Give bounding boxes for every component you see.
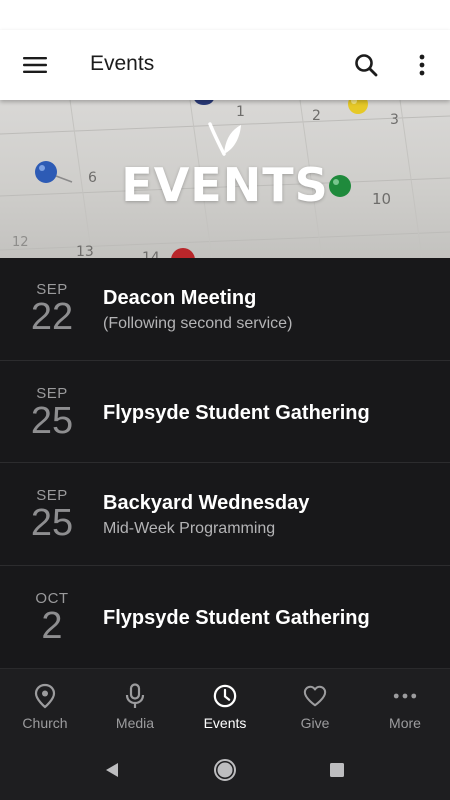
hero-banner: 1 2 3 6 10 12 13 14 EVENTS [0, 100, 450, 258]
more-vertical-icon [419, 54, 425, 76]
menu-button[interactable] [15, 47, 55, 83]
calendar-number: 2 [312, 108, 321, 124]
event-month: SEP [36, 384, 68, 402]
nav-item-give[interactable]: Give [270, 669, 360, 741]
home-circle-icon [214, 759, 236, 781]
location-pin-icon [34, 683, 56, 709]
nav-label: More [389, 715, 421, 731]
app-bar: Events [0, 30, 450, 100]
calendar-number: 1 [236, 104, 245, 120]
event-month: OCT [35, 589, 69, 607]
page-title: Events [90, 52, 155, 75]
hero-title: EVENTS [121, 158, 329, 212]
nav-label: Give [300, 715, 330, 731]
hamburger-menu-icon [23, 57, 47, 73]
event-day: 22 [30, 296, 74, 338]
nav-label: Media [115, 715, 155, 731]
event-day: 25 [30, 502, 74, 544]
event-date: SEP 25 [20, 463, 84, 565]
event-row[interactable]: OCT 2 Flypsyde Student Gathering [0, 566, 450, 669]
nav-item-church[interactable]: Church [0, 669, 90, 741]
nav-label: Church [22, 715, 68, 731]
event-date: OCT 2 [20, 566, 84, 669]
event-date: SEP 25 [20, 361, 84, 463]
system-recents-button[interactable] [325, 758, 349, 782]
system-back-button[interactable] [100, 758, 124, 782]
nav-item-media[interactable]: Media [90, 669, 180, 741]
event-subtitle: (Following second service) [103, 315, 293, 332]
system-navigation-bar [0, 740, 450, 800]
overflow-menu-button[interactable] [404, 47, 440, 83]
calendar-number: 12 [12, 235, 29, 250]
event-subtitle: Mid-Week Programming [103, 520, 276, 537]
recents-square-icon [330, 763, 344, 777]
search-icon [355, 54, 378, 77]
microphone-icon [125, 683, 145, 708]
nav-item-more[interactable]: More [360, 669, 450, 741]
event-day: 2 [41, 604, 63, 647]
event-info: Flypsyde Student Gathering [103, 402, 370, 425]
event-row[interactable]: SEP 22 Deacon Meeting (Following second … [0, 258, 450, 361]
event-info: Flypsyde Student Gathering [103, 607, 370, 630]
event-name: Backyard Wednesday [103, 492, 310, 514]
event-info: Deacon Meeting (Following second service… [103, 287, 292, 333]
back-triangle-icon [106, 763, 118, 777]
calendar-number: 14 [142, 250, 160, 258]
clock-icon [213, 684, 237, 708]
system-home-button[interactable] [213, 758, 237, 782]
nav-item-events[interactable]: Events [180, 669, 270, 741]
event-day: 25 [30, 399, 74, 442]
event-list: SEP 22 Deacon Meeting (Following second … [0, 258, 450, 668]
event-info: Backyard Wednesday Mid-Week Programming [103, 492, 309, 538]
heart-icon [303, 685, 327, 707]
calendar-number: 3 [390, 112, 399, 128]
status-bar [0, 0, 450, 30]
event-name: Flypsyde Student Gathering [103, 606, 370, 629]
church-leaf-logo [208, 122, 241, 156]
search-button[interactable] [346, 47, 386, 83]
more-horizontal-icon [393, 693, 417, 699]
event-row[interactable]: SEP 25 Backyard Wednesday Mid-Week Progr… [0, 463, 450, 566]
event-name: Flypsyde Student Gathering [103, 401, 370, 424]
event-date: SEP 22 [20, 258, 84, 360]
event-row[interactable]: SEP 25 Flypsyde Student Gathering [0, 361, 450, 463]
event-name: Deacon Meeting [103, 287, 257, 309]
bottom-navigation: Church Media Events Give More [0, 668, 450, 740]
calendar-number: 13 [76, 244, 94, 258]
nav-label: Events [203, 715, 247, 731]
